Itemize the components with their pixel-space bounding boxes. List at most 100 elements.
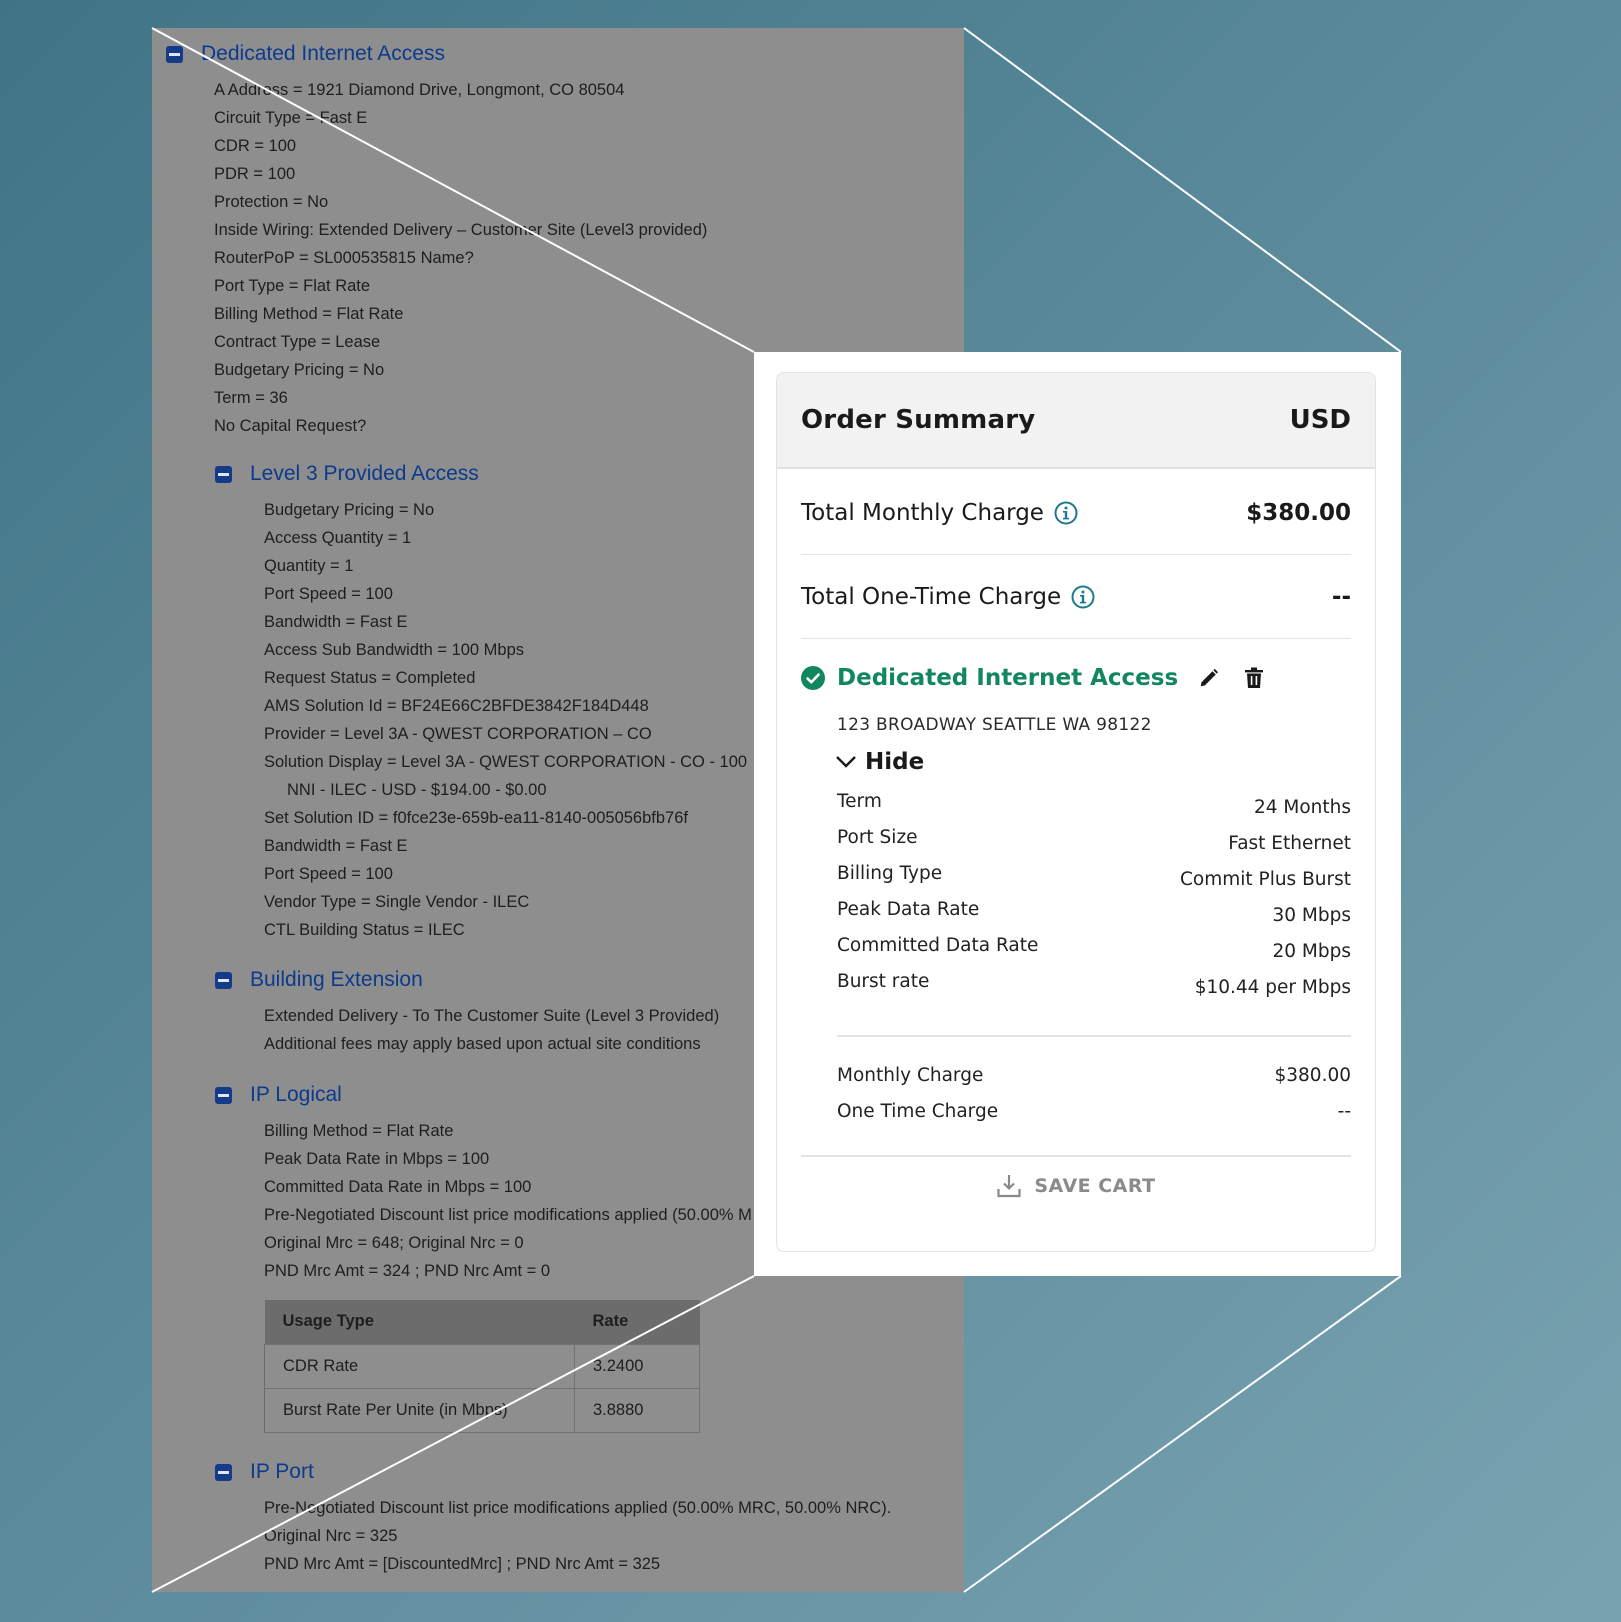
detail-line: Set Solution ID = f0fce23e-659b-ea11-814… [264, 809, 688, 827]
table-cell: 3.2400 [574, 1343, 700, 1389]
detail-line: Term = 36 [214, 389, 288, 407]
detail-line: Solution Display = Level 3A - QWEST CORP… [264, 753, 748, 771]
usage-rate-table: Usage Type Rate CDR Rate 3.2400 Burst Ra… [264, 1300, 700, 1433]
detail-line: Billing Method = Flat Rate [214, 305, 404, 323]
detail-line: Provider = Level 3A - QWEST CORPORATION … [264, 725, 652, 743]
section-title: Level 3 Provided Access [250, 462, 479, 485]
detail-line: Port Type = Flat Rate [214, 277, 371, 295]
ip-logical-details: Billing Method = Flat Rate Peak Data Rat… [264, 1117, 752, 1285]
detail-line: CTL Building Status = ILEC [264, 921, 465, 939]
product-name: Dedicated Internet Access [837, 665, 1179, 691]
detail-line: Additional fees may apply based upon act… [264, 1035, 701, 1053]
detail-line: Port Speed = 100 [264, 585, 393, 603]
total-onetime-charge-value: -- [1331, 583, 1351, 610]
section-title: Building Extension [250, 968, 423, 991]
detail-line: A Address = 1921 Diamond Drive, Longmont… [214, 81, 625, 99]
monthly-charge-value: $380.00 [1274, 1065, 1351, 1086]
collapse-icon[interactable] [215, 1086, 232, 1104]
detail-line: Budgetary Pricing = No [214, 361, 385, 379]
total-monthly-charge-value: $380.00 [1246, 499, 1351, 526]
detail-line: CDR = 100 [214, 137, 297, 155]
order-summary-title: Order Summary [801, 405, 1036, 435]
section-header-ip-port[interactable]: IP Port [215, 1460, 314, 1484]
dia-details: A Address = 1921 Diamond Drive, Longmont… [214, 76, 707, 440]
spec-label: Committed Data Rate [837, 935, 1039, 956]
section-header-dia[interactable]: Dedicated Internet Access [166, 42, 445, 66]
collapse-icon[interactable] [215, 971, 232, 989]
detail-line: Protection = No [214, 193, 329, 211]
save-cart-label: SAVE CART [1034, 1175, 1156, 1197]
column-header: Rate [574, 1300, 700, 1344]
divider [801, 1155, 1351, 1157]
edit-pencil-icon[interactable] [1198, 667, 1220, 689]
section-header-level3-access[interactable]: Level 3 Provided Access [215, 462, 479, 486]
order-summary-card: Order Summary USD Total Monthly Charge $… [776, 372, 1376, 1252]
detail-line: Request Status = Completed [264, 669, 476, 687]
level3-access-details: Budgetary Pricing = No Access Quantity =… [264, 496, 747, 944]
toggle-label: Hide [865, 749, 925, 775]
table-cell: 3.8880 [574, 1387, 700, 1433]
total-onetime-charge-row: Total One-Time Charge -- [801, 555, 1351, 639]
currency-label: USD [1289, 405, 1351, 435]
table-row: CDR Rate 3.2400 [264, 1343, 700, 1389]
order-summary-header: Order Summary USD [777, 373, 1375, 469]
section-title: Dedicated Internet Access [201, 42, 445, 65]
onetime-charge-value: -- [1337, 1101, 1351, 1122]
spec-label: Billing Type [837, 863, 943, 884]
detail-line: Contract Type = Lease [214, 333, 381, 351]
spec-value: 20 Mbps [1272, 941, 1351, 962]
spec-label: Peak Data Rate [837, 899, 980, 920]
product-header: Dedicated Internet Access [801, 665, 1264, 691]
detail-line: AMS Solution Id = BF24E66C2BFDE3842F184D… [264, 697, 649, 715]
section-header-ip-logical[interactable]: IP Logical [215, 1083, 342, 1107]
collapse-icon[interactable] [215, 1463, 232, 1481]
detail-line: Original Nrc = 325 [264, 1527, 398, 1545]
table-header-row: Usage Type Rate [264, 1300, 700, 1344]
table-row: Burst Rate Per Unite (in Mbps) 3.8880 [264, 1387, 700, 1433]
save-cart-button[interactable]: SAVE CART [777, 1173, 1375, 1199]
column-header: Usage Type [264, 1300, 575, 1344]
spec-value: 30 Mbps [1272, 905, 1351, 926]
table-cell: Burst Rate Per Unite (in Mbps) [264, 1387, 575, 1433]
spec-label: Term [837, 791, 882, 812]
spec-label: Port Size [837, 827, 918, 848]
detail-line: PND Mrc Amt = 324 ; PND Nrc Amt = 0 [264, 1262, 551, 1280]
ip-port-details: Pre-Negotiated Discount list price modif… [264, 1494, 891, 1578]
total-monthly-charge-label: Total Monthly Charge [801, 499, 1044, 526]
detail-line: Vendor Type = Single Vendor - ILEC [264, 893, 530, 911]
detail-line: PDR = 100 [214, 165, 296, 183]
trash-icon[interactable] [1244, 667, 1264, 689]
detail-line: Quantity = 1 [264, 557, 354, 575]
detail-line: Committed Data Rate in Mbps = 100 [264, 1178, 532, 1196]
spec-value: Commit Plus Burst [1179, 869, 1351, 890]
detail-line: Peak Data Rate in Mbps = 100 [264, 1150, 490, 1168]
detail-line: Bandwidth = Fast E [264, 837, 408, 855]
zoomed-order-summary-frame: Order Summary USD Total Monthly Charge $… [754, 352, 1401, 1276]
detail-line: Bandwidth = Fast E [264, 613, 408, 631]
collapse-icon[interactable] [166, 45, 183, 63]
section-title: IP Logical [250, 1083, 342, 1106]
detail-line: Pre-Negotiated Discount list price modif… [264, 1499, 892, 1517]
detail-line: Inside Wiring: Extended Delivery – Custo… [214, 221, 708, 239]
info-icon[interactable] [1054, 501, 1078, 525]
total-onetime-charge-label: Total One-Time Charge [801, 583, 1062, 610]
section-header-building-extension[interactable]: Building Extension [215, 968, 423, 992]
detail-line: Original Mrc = 648; Original Nrc = 0 [264, 1234, 524, 1252]
detail-line: Access Sub Bandwidth = 100 Mbps [264, 641, 525, 659]
detail-line: Budgetary Pricing = No [264, 501, 435, 519]
info-icon[interactable] [1071, 585, 1095, 609]
monthly-charge-label: Monthly Charge [837, 1065, 984, 1086]
check-circle-icon [801, 666, 825, 690]
detail-line: NNI - ILEC - USD - $194.00 - $0.00 [287, 781, 547, 799]
details-toggle[interactable]: Hide [835, 749, 924, 775]
spec-value: Fast Ethernet [1228, 833, 1351, 854]
service-address: 123 BROADWAY SEATTLE WA 98122 [837, 715, 1152, 735]
download-icon [997, 1175, 1021, 1198]
chevron-down-icon [836, 756, 856, 768]
collapse-icon[interactable] [215, 465, 232, 483]
detail-line: Pre-Negotiated Discount list price modif… [264, 1206, 752, 1224]
detail-line: Circuit Type = Fast E [214, 109, 368, 127]
detail-line: Access Quantity = 1 [264, 529, 412, 547]
divider [837, 1035, 1351, 1037]
detail-line: Extended Delivery - To The Customer Suit… [264, 1007, 720, 1025]
